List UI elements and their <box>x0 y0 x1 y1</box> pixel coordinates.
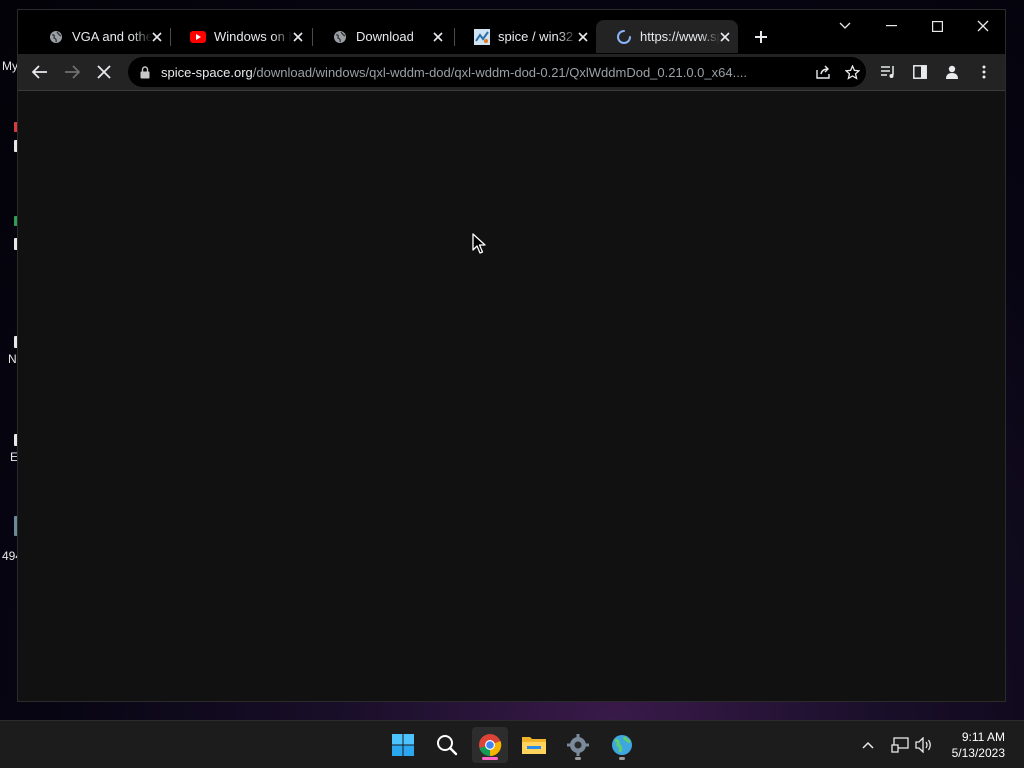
page-content-area[interactable] <box>18 91 1005 701</box>
tab-windows-on-kvm[interactable]: Windows on KVM <box>170 20 312 53</box>
ethernet-icon <box>891 737 909 753</box>
globe-icon <box>332 29 348 45</box>
tab-close-icon[interactable] <box>720 29 730 45</box>
plus-icon <box>755 31 767 43</box>
spice-favicon-icon <box>474 28 490 45</box>
clock-date: 5/13/2023 <box>951 746 1005 760</box>
arrow-right-icon <box>65 65 80 79</box>
lock-icon <box>138 64 152 80</box>
chrome-icon <box>479 734 502 757</box>
network-app[interactable] <box>604 727 640 763</box>
folder-icon <box>522 737 546 754</box>
active-app-indicator <box>482 757 498 760</box>
chevron-up-icon <box>862 741 874 749</box>
windows-logo-icon <box>392 734 414 756</box>
arrow-left-icon <box>32 65 47 79</box>
forward-button[interactable] <box>58 58 86 86</box>
new-tab-button[interactable] <box>750 26 772 48</box>
tab-strip: VGA and other display devices in qemu Wi… <box>18 10 1005 54</box>
side-panel-button[interactable] <box>906 58 934 86</box>
back-button[interactable] <box>26 58 54 86</box>
search-icon <box>437 735 458 756</box>
settings-app[interactable] <box>560 727 596 763</box>
chrome-app[interactable] <box>472 727 508 763</box>
clock-time: 9:11 AM <box>961 730 1005 744</box>
tab-close-icon[interactable] <box>430 29 446 45</box>
tab-close-icon[interactable] <box>578 29 588 45</box>
youtube-icon <box>190 29 206 45</box>
tab-title: spice / win32 / virtio-win <box>498 29 578 44</box>
tab-spice-win32[interactable]: spice / win32 / virtio-win <box>454 20 596 53</box>
maximize-icon <box>931 20 943 32</box>
url-host: spice-space.org <box>161 64 253 80</box>
star-icon <box>844 64 860 80</box>
running-app-indicator <box>619 757 625 760</box>
tab-close-icon[interactable] <box>152 29 162 45</box>
browser-toolbar: spice-space.org/download/windows/qxl-wdd… <box>18 54 1005 91</box>
stop-x-icon <box>97 65 111 79</box>
taskbar: 9:11 AM 5/13/2023 <box>0 720 1024 768</box>
profile-button[interactable] <box>938 58 966 86</box>
reading-list-button[interactable] <box>874 58 902 86</box>
show-hidden-icons-button[interactable] <box>858 735 878 755</box>
tab-vga[interactable]: VGA and other display devices in qemu <box>28 20 170 53</box>
tab-title: https://www.spice-space.org <box>640 29 720 44</box>
running-app-indicator <box>575 757 581 760</box>
minimize-icon <box>885 25 897 27</box>
profile-avatar-icon <box>946 65 958 79</box>
maximize-button[interactable] <box>914 10 960 42</box>
tab-close-icon[interactable] <box>292 29 304 45</box>
media-queue-icon <box>881 66 894 78</box>
desktop-icon-label: My <box>2 59 18 73</box>
gear-icon <box>567 734 589 756</box>
share-icon <box>816 65 830 79</box>
tab-download[interactable]: Download <box>312 20 454 53</box>
stop-loading-button[interactable] <box>90 58 118 86</box>
url-path: /download/windows/qxl-wddm-dod/qxl-wddm-… <box>252 64 748 80</box>
minimize-button[interactable] <box>868 10 914 42</box>
tab-spice-space-loading[interactable]: https://www.spice-space.org <box>596 20 738 53</box>
search-button[interactable] <box>429 727 465 763</box>
globe-network-icon <box>612 735 632 755</box>
mouse-cursor-icon <box>472 233 486 254</box>
desktop-icon-label: N <box>8 352 17 366</box>
globe-icon <box>48 29 64 45</box>
menu-button[interactable] <box>970 58 998 86</box>
volume-button[interactable] <box>914 735 934 755</box>
chevron-down-icon <box>839 22 851 29</box>
tab-title: Download <box>356 29 414 44</box>
close-icon <box>977 20 989 32</box>
start-button[interactable] <box>385 727 421 763</box>
loading-spinner-icon <box>616 29 632 45</box>
tab-title: VGA and other display devices in qemu <box>72 29 152 44</box>
side-panel-icon <box>913 65 927 79</box>
address-bar[interactable]: spice-space.org/download/windows/qxl-wdd… <box>128 57 866 87</box>
tab-search-button[interactable] <box>822 10 868 42</box>
more-vertical-icon <box>982 65 986 79</box>
file-explorer-app[interactable] <box>516 727 552 763</box>
close-window-button[interactable] <box>960 10 1006 42</box>
network-status-button[interactable] <box>890 735 910 755</box>
share-button[interactable] <box>810 58 838 86</box>
bookmark-button[interactable] <box>838 58 866 86</box>
speaker-icon <box>915 737 931 753</box>
address-url: spice-space.org/download/windows/qxl-wdd… <box>161 65 810 80</box>
browser-window: VGA and other display devices in qemu Wi… <box>17 9 1006 702</box>
clock[interactable]: 9:11 AM 5/13/2023 <box>952 729 1005 761</box>
tab-title: Windows on KVM <box>214 29 292 44</box>
